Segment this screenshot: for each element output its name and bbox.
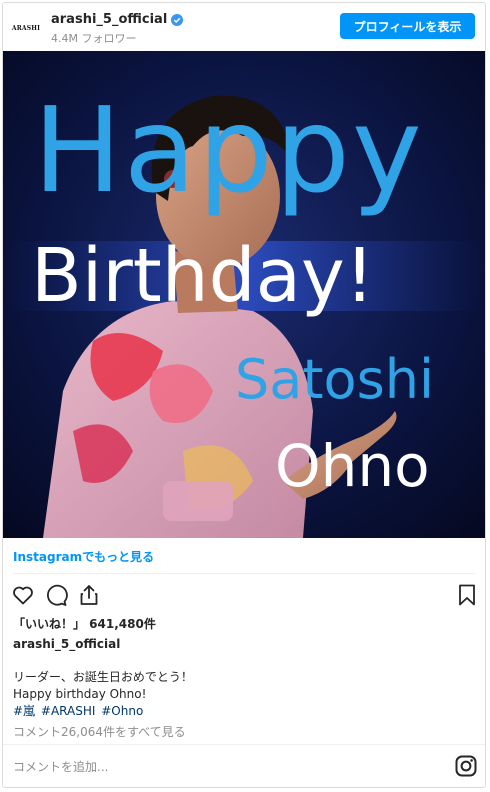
caption-line-2: Happy birthday Ohno! [13,687,147,701]
hashtag-link[interactable]: #Ohno [101,704,143,718]
overlay-birthday: Birthday! [31,233,375,319]
comment-input[interactable]: コメントを追加... [13,758,108,775]
hashtags: #嵐 #ARASHI #Ohno [13,703,193,720]
like-count[interactable]: 「いいね！」 641,480件 [13,615,156,632]
view-profile-button[interactable]: プロフィールを表示 [340,13,475,39]
comment-bar: コメントを追加... [3,744,485,787]
caption: リーダー、お誕生日おめでとう！ Happy birthday Ohno! #嵐 … [13,669,193,720]
overlay-ohno: Ohno [275,432,430,500]
bookmark-icon[interactable] [455,583,481,609]
more-on-instagram-link[interactable]: Instagramでもっと見る [13,548,154,565]
username[interactable]: arashi_5_official [51,12,167,27]
avatar[interactable]: ARASHI [12,15,40,41]
post-image[interactable]: Happy Birthday! Satoshi Ohno [3,51,485,538]
caption-line-1: リーダー、お誕生日おめでとう！ [13,670,193,684]
view-all-comments-link[interactable]: コメント26,064件をすべて見る [13,723,186,740]
instagram-logo-icon[interactable] [455,755,477,777]
share-icon[interactable] [77,583,103,609]
overlay-satoshi: Satoshi [235,348,434,411]
instagram-embed: ARASHI arashi_5_official 4.4M フォロワー プロフィ… [2,2,486,788]
hashtag-link[interactable]: #嵐 [13,704,35,718]
heart-icon[interactable] [11,583,37,609]
username-link[interactable]: arashi_5_official [51,12,184,27]
comment-icon[interactable] [44,583,70,609]
divider [13,573,475,574]
verified-badge-icon [171,13,184,26]
post-header: ARASHI arashi_5_official 4.4M フォロワー プロフィ… [3,3,485,51]
overlay-happy: Happy [33,81,424,219]
action-bar [11,583,477,609]
caption-username[interactable]: arashi_5_official [13,637,120,651]
follower-count: 4.4M フォロワー [51,32,137,45]
hashtag-link[interactable]: #ARASHI [41,704,96,718]
